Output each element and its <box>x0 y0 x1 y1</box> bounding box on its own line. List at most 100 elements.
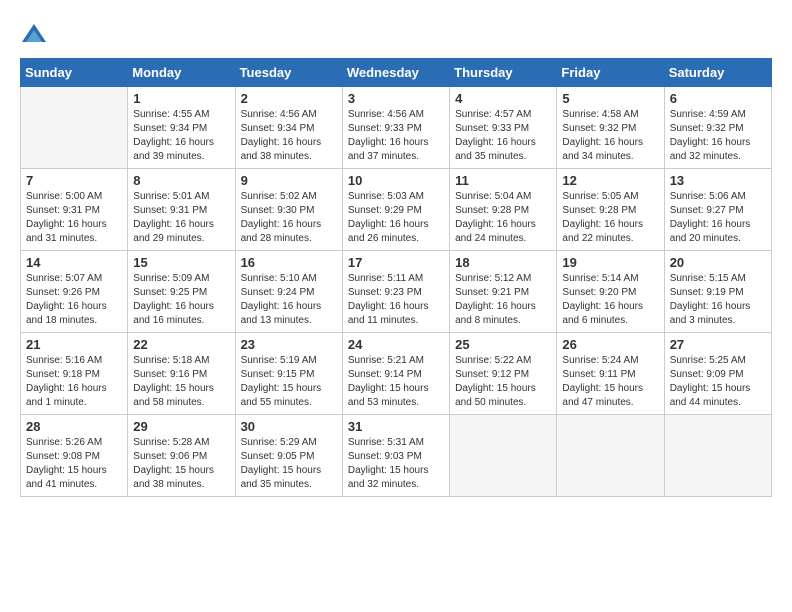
calendar-cell: 22 Sunrise: 5:18 AMSunset: 9:16 PMDaylig… <box>128 333 235 415</box>
calendar-cell: 1 Sunrise: 4:55 AMSunset: 9:34 PMDayligh… <box>128 87 235 169</box>
day-number: 8 <box>133 173 229 188</box>
calendar-cell: 27 Sunrise: 5:25 AMSunset: 9:09 PMDaylig… <box>664 333 771 415</box>
day-info: Sunrise: 5:18 AMSunset: 9:16 PMDaylight:… <box>133 354 229 410</box>
day-info: Sunrise: 5:11 AMSunset: 9:23 PMDaylight:… <box>348 272 444 328</box>
calendar-cell: 5 Sunrise: 4:58 AMSunset: 9:32 PMDayligh… <box>557 87 664 169</box>
day-number: 25 <box>455 337 551 352</box>
weekday-header-sunday: Sunday <box>21 59 128 87</box>
day-number: 10 <box>348 173 444 188</box>
day-number: 22 <box>133 337 229 352</box>
day-info: Sunrise: 4:57 AMSunset: 9:33 PMDaylight:… <box>455 108 551 164</box>
day-number: 14 <box>26 255 122 270</box>
day-info: Sunrise: 5:21 AMSunset: 9:14 PMDaylight:… <box>348 354 444 410</box>
calendar-cell: 26 Sunrise: 5:24 AMSunset: 9:11 PMDaylig… <box>557 333 664 415</box>
day-info: Sunrise: 4:58 AMSunset: 9:32 PMDaylight:… <box>562 108 658 164</box>
day-number: 24 <box>348 337 444 352</box>
day-info: Sunrise: 5:03 AMSunset: 9:29 PMDaylight:… <box>348 190 444 246</box>
day-info: Sunrise: 5:16 AMSunset: 9:18 PMDaylight:… <box>26 354 122 410</box>
day-number: 11 <box>455 173 551 188</box>
logo-icon <box>20 20 48 48</box>
day-number: 13 <box>670 173 766 188</box>
day-number: 3 <box>348 91 444 106</box>
calendar-cell: 28 Sunrise: 5:26 AMSunset: 9:08 PMDaylig… <box>21 415 128 497</box>
calendar-cell: 10 Sunrise: 5:03 AMSunset: 9:29 PMDaylig… <box>342 169 449 251</box>
day-info: Sunrise: 4:59 AMSunset: 9:32 PMDaylight:… <box>670 108 766 164</box>
calendar-cell: 30 Sunrise: 5:29 AMSunset: 9:05 PMDaylig… <box>235 415 342 497</box>
calendar-cell: 7 Sunrise: 5:00 AMSunset: 9:31 PMDayligh… <box>21 169 128 251</box>
day-info: Sunrise: 5:15 AMSunset: 9:19 PMDaylight:… <box>670 272 766 328</box>
day-info: Sunrise: 5:09 AMSunset: 9:25 PMDaylight:… <box>133 272 229 328</box>
calendar-cell: 23 Sunrise: 5:19 AMSunset: 9:15 PMDaylig… <box>235 333 342 415</box>
calendar-cell: 14 Sunrise: 5:07 AMSunset: 9:26 PMDaylig… <box>21 251 128 333</box>
day-number: 27 <box>670 337 766 352</box>
day-number: 6 <box>670 91 766 106</box>
calendar-week-4: 21 Sunrise: 5:16 AMSunset: 9:18 PMDaylig… <box>21 333 772 415</box>
day-number: 15 <box>133 255 229 270</box>
day-info: Sunrise: 5:29 AMSunset: 9:05 PMDaylight:… <box>241 436 337 492</box>
weekday-row: SundayMondayTuesdayWednesdayThursdayFrid… <box>21 59 772 87</box>
calendar-cell: 21 Sunrise: 5:16 AMSunset: 9:18 PMDaylig… <box>21 333 128 415</box>
calendar-cell: 17 Sunrise: 5:11 AMSunset: 9:23 PMDaylig… <box>342 251 449 333</box>
day-info: Sunrise: 5:06 AMSunset: 9:27 PMDaylight:… <box>670 190 766 246</box>
day-number: 29 <box>133 419 229 434</box>
day-number: 26 <box>562 337 658 352</box>
calendar-cell <box>450 415 557 497</box>
day-number: 19 <box>562 255 658 270</box>
day-info: Sunrise: 5:01 AMSunset: 9:31 PMDaylight:… <box>133 190 229 246</box>
day-info: Sunrise: 5:26 AMSunset: 9:08 PMDaylight:… <box>26 436 122 492</box>
day-info: Sunrise: 5:25 AMSunset: 9:09 PMDaylight:… <box>670 354 766 410</box>
calendar-cell: 18 Sunrise: 5:12 AMSunset: 9:21 PMDaylig… <box>450 251 557 333</box>
calendar-body: 1 Sunrise: 4:55 AMSunset: 9:34 PMDayligh… <box>21 87 772 497</box>
day-info: Sunrise: 5:07 AMSunset: 9:26 PMDaylight:… <box>26 272 122 328</box>
calendar-header: SundayMondayTuesdayWednesdayThursdayFrid… <box>21 59 772 87</box>
day-info: Sunrise: 5:28 AMSunset: 9:06 PMDaylight:… <box>133 436 229 492</box>
weekday-header-saturday: Saturday <box>664 59 771 87</box>
calendar-cell <box>664 415 771 497</box>
day-info: Sunrise: 5:10 AMSunset: 9:24 PMDaylight:… <box>241 272 337 328</box>
day-number: 18 <box>455 255 551 270</box>
calendar-cell: 4 Sunrise: 4:57 AMSunset: 9:33 PMDayligh… <box>450 87 557 169</box>
day-info: Sunrise: 5:02 AMSunset: 9:30 PMDaylight:… <box>241 190 337 246</box>
day-number: 16 <box>241 255 337 270</box>
day-info: Sunrise: 5:24 AMSunset: 9:11 PMDaylight:… <box>562 354 658 410</box>
calendar-cell: 6 Sunrise: 4:59 AMSunset: 9:32 PMDayligh… <box>664 87 771 169</box>
day-number: 12 <box>562 173 658 188</box>
weekday-header-thursday: Thursday <box>450 59 557 87</box>
day-number: 4 <box>455 91 551 106</box>
calendar-table: SundayMondayTuesdayWednesdayThursdayFrid… <box>20 58 772 497</box>
day-info: Sunrise: 5:19 AMSunset: 9:15 PMDaylight:… <box>241 354 337 410</box>
day-info: Sunrise: 4:55 AMSunset: 9:34 PMDaylight:… <box>133 108 229 164</box>
day-info: Sunrise: 5:14 AMSunset: 9:20 PMDaylight:… <box>562 272 658 328</box>
calendar-cell: 15 Sunrise: 5:09 AMSunset: 9:25 PMDaylig… <box>128 251 235 333</box>
calendar-cell: 11 Sunrise: 5:04 AMSunset: 9:28 PMDaylig… <box>450 169 557 251</box>
calendar-cell: 9 Sunrise: 5:02 AMSunset: 9:30 PMDayligh… <box>235 169 342 251</box>
day-number: 17 <box>348 255 444 270</box>
day-number: 20 <box>670 255 766 270</box>
day-number: 23 <box>241 337 337 352</box>
weekday-header-monday: Monday <box>128 59 235 87</box>
day-number: 1 <box>133 91 229 106</box>
day-info: Sunrise: 4:56 AMSunset: 9:33 PMDaylight:… <box>348 108 444 164</box>
day-number: 7 <box>26 173 122 188</box>
day-number: 31 <box>348 419 444 434</box>
day-info: Sunrise: 5:00 AMSunset: 9:31 PMDaylight:… <box>26 190 122 246</box>
day-number: 5 <box>562 91 658 106</box>
calendar-cell <box>557 415 664 497</box>
weekday-header-wednesday: Wednesday <box>342 59 449 87</box>
calendar-cell: 20 Sunrise: 5:15 AMSunset: 9:19 PMDaylig… <box>664 251 771 333</box>
calendar-cell: 16 Sunrise: 5:10 AMSunset: 9:24 PMDaylig… <box>235 251 342 333</box>
calendar-week-5: 28 Sunrise: 5:26 AMSunset: 9:08 PMDaylig… <box>21 415 772 497</box>
calendar-cell <box>21 87 128 169</box>
day-number: 9 <box>241 173 337 188</box>
day-info: Sunrise: 5:04 AMSunset: 9:28 PMDaylight:… <box>455 190 551 246</box>
day-number: 21 <box>26 337 122 352</box>
calendar-cell: 25 Sunrise: 5:22 AMSunset: 9:12 PMDaylig… <box>450 333 557 415</box>
calendar-cell: 3 Sunrise: 4:56 AMSunset: 9:33 PMDayligh… <box>342 87 449 169</box>
calendar-week-2: 7 Sunrise: 5:00 AMSunset: 9:31 PMDayligh… <box>21 169 772 251</box>
page-header <box>20 20 772 48</box>
calendar-cell: 29 Sunrise: 5:28 AMSunset: 9:06 PMDaylig… <box>128 415 235 497</box>
day-info: Sunrise: 5:05 AMSunset: 9:28 PMDaylight:… <box>562 190 658 246</box>
calendar-cell: 12 Sunrise: 5:05 AMSunset: 9:28 PMDaylig… <box>557 169 664 251</box>
day-number: 28 <box>26 419 122 434</box>
calendar-cell: 2 Sunrise: 4:56 AMSunset: 9:34 PMDayligh… <box>235 87 342 169</box>
